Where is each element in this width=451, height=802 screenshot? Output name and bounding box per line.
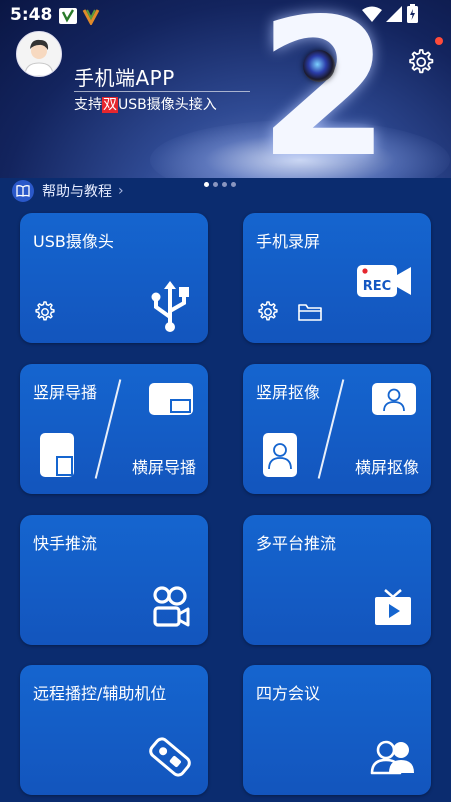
status-time: 5:48 [10, 5, 53, 25]
settings-gear-icon[interactable] [405, 47, 435, 77]
card-multi-platform-stream-title: 多平台推流 [256, 534, 337, 553]
status-bar: 5:48 [0, 0, 451, 30]
card-vertical-matting-title: 竖屏抠像 [256, 383, 321, 402]
remote-controller-icon [149, 737, 191, 777]
card-usb-camera-title: USB摄像头 [33, 232, 114, 251]
card-multi-platform-stream[interactable]: 多平台推流 [243, 515, 431, 645]
card-vertical-matting[interactable]: 竖屏抠像 横屏抠像 [243, 364, 431, 494]
carousel-dot-1[interactable] [204, 182, 209, 187]
card-usb-camera[interactable]: USB摄像头 [20, 213, 208, 343]
wifi-icon [362, 6, 382, 22]
carousel-dot-4[interactable] [231, 182, 236, 187]
banner-subtitle-highlight: 双 [102, 97, 118, 113]
settings-notification-badge [435, 37, 443, 45]
portrait-person-icon[interactable] [262, 432, 298, 478]
card-remote-control-title: 远程播控/辅助机位 [33, 684, 167, 703]
usb-icon [151, 281, 189, 332]
card-remote-control[interactable]: 远程播控/辅助机位 [20, 665, 208, 795]
carousel-dot-3[interactable] [222, 182, 227, 187]
tv-play-icon [375, 589, 411, 625]
camera-lens-graphic [303, 50, 335, 82]
app-v-notification-icon [82, 9, 100, 25]
banner-subtitle: 支持双USB摄像头接入 [74, 94, 217, 114]
avatar-portrait-icon [17, 32, 61, 76]
carousel-indicator[interactable] [204, 172, 240, 187]
card-vertical-director-title: 竖屏导播 [33, 383, 98, 402]
app-notification-icon [59, 8, 77, 24]
card-vertical-director[interactable]: 竖屏导播 横屏导播 [20, 364, 208, 494]
battery-charging-icon [407, 4, 418, 23]
usb-camera-settings-gear-icon[interactable] [32, 300, 56, 324]
group-people-icon [370, 740, 414, 775]
signal-icon [386, 6, 402, 22]
landscape-layout-icon[interactable] [148, 382, 194, 416]
banner-title: 手机端APP [74, 66, 175, 90]
screen-record-settings-gear-icon[interactable] [255, 300, 279, 324]
banner-divider [74, 91, 250, 92]
book-icon [12, 180, 34, 202]
card-screen-record[interactable]: 手机录屏 REC [243, 213, 431, 343]
chevron-right-icon: › [118, 183, 124, 199]
folder-icon[interactable] [297, 302, 323, 322]
carousel-dot-2[interactable] [213, 182, 218, 187]
portrait-layout-icon[interactable] [39, 432, 75, 478]
card-vertical-director-alt-title[interactable]: 横屏导播 [132, 454, 196, 478]
card-divider-slash [94, 379, 122, 479]
user-avatar[interactable] [16, 31, 62, 77]
rec-camera-icon: REC [357, 265, 411, 297]
banner-subtitle-post: USB摄像头接入 [118, 97, 217, 113]
help-label: 帮助与教程 [42, 184, 112, 200]
kuaishou-logo-icon [153, 586, 190, 627]
card-divider-slash [317, 379, 345, 479]
card-kuaishou-stream-title: 快手推流 [33, 534, 98, 553]
rec-label: REC [363, 279, 391, 294]
landscape-person-icon[interactable] [371, 382, 417, 416]
card-screen-record-title: 手机录屏 [256, 232, 321, 251]
banner-subtitle-pre: 支持 [74, 97, 102, 113]
card-meeting-title: 四方会议 [256, 684, 321, 703]
card-meeting[interactable]: 四方会议 [243, 665, 431, 795]
card-kuaishou-stream[interactable]: 快手推流 [20, 515, 208, 645]
help-tutorial-link[interactable]: 帮助与教程 › [12, 179, 124, 203]
card-vertical-matting-alt-title[interactable]: 横屏抠像 [355, 454, 419, 478]
